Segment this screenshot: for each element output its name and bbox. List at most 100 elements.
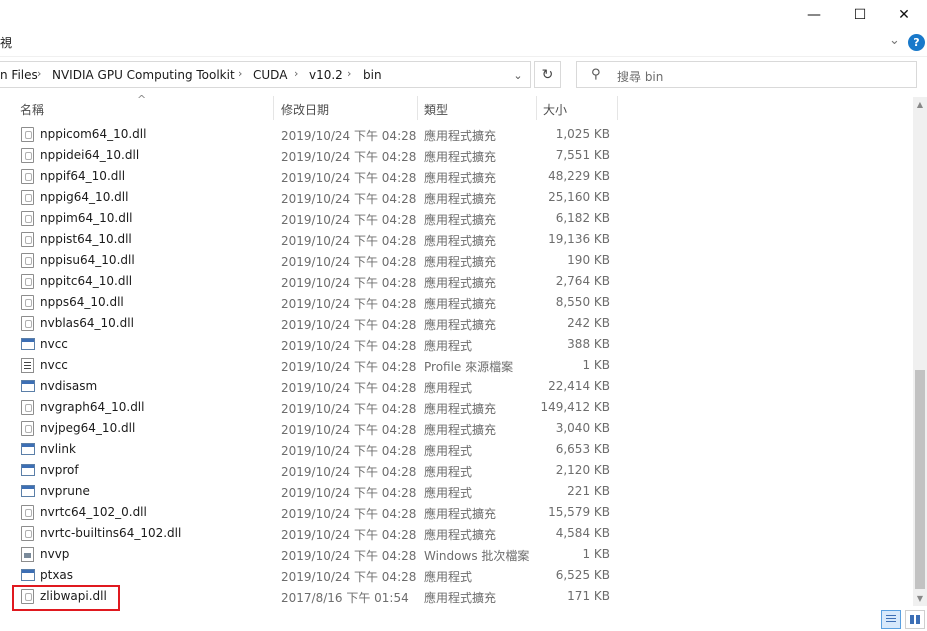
file-type: 應用程式擴充 <box>424 171 497 185</box>
file-row[interactable]: nvjpeg64_10.dll 2019/10/24 下午 04:28 應用程式擴充… <box>0 418 913 439</box>
file-row[interactable]: ptxas 2019/10/24 下午 04:28 應用程式 6,525 KB <box>0 565 913 586</box>
file-size: 190 KB <box>567 253 610 267</box>
file-name: nvlink <box>40 442 76 456</box>
file-row[interactable]: nvgraph64_10.dll 2019/10/24 下午 04:28 應用程式擴… <box>0 397 913 418</box>
file-row[interactable]: nppitc64_10.dll 2019/10/24 下午 04:28 應用程式擴充… <box>0 271 913 292</box>
search-box[interactable]: ⚲ 搜尋 bin <box>576 61 917 88</box>
file-row[interactable]: nppist64_10.dll 2019/10/24 下午 04:28 應用程式擴充… <box>0 229 913 250</box>
text-file-icon <box>21 358 34 373</box>
file-size: 2,120 KB <box>555 463 610 477</box>
file-row[interactable]: nppicom64_10.dll 2019/10/24 下午 04:28 應用程式擴… <box>0 124 913 145</box>
exe-icon <box>21 443 35 455</box>
vertical-scrollbar[interactable]: ▲ ▼ <box>913 97 927 606</box>
file-type: 應用程式 <box>424 339 473 353</box>
column-header-row: ^ 名稱 修改日期 類型 大小 <box>0 93 913 122</box>
maximize-button[interactable]: ☐ <box>837 0 883 30</box>
breadcrumb-bin[interactable]: bin <box>363 68 382 82</box>
ribbon-tab-view[interactable]: 視 <box>0 34 12 51</box>
file-type: 應用程式擴充 <box>424 255 497 269</box>
file-type: 應用程式擴充 <box>424 213 497 227</box>
file-name: nppitc64_10.dll <box>40 274 133 288</box>
column-divider[interactable] <box>536 96 537 120</box>
file-type: 應用程式擴充 <box>424 297 497 311</box>
file-row[interactable]: nvcc 2019/10/24 下午 04:28 Profile 來源檔案 1 KB <box>0 355 913 376</box>
file-list: nppicom64_10.dll 2019/10/24 下午 04:28 應用程式擴… <box>0 124 913 607</box>
file-name: nvjpeg64_10.dll <box>40 421 136 435</box>
column-header-name[interactable]: 名稱 <box>20 101 44 118</box>
breadcrumb-version[interactable]: v10.2 <box>309 68 343 82</box>
close-button[interactable]: ✕ <box>881 0 927 30</box>
file-row[interactable]: nvvp 2019/10/24 下午 04:28 Windows 批次檔案 1 KB <box>0 544 913 565</box>
column-header-type[interactable]: 類型 <box>424 101 448 118</box>
search-input[interactable]: 搜尋 bin <box>617 68 663 85</box>
file-row[interactable]: nppisu64_10.dll 2019/10/24 下午 04:28 應用程式擴充… <box>0 250 913 271</box>
file-size: 149,412 KB <box>540 400 610 414</box>
minimize-button[interactable]: — <box>791 0 837 30</box>
ribbon-expand-chevron-icon[interactable]: ⌄ <box>889 33 900 48</box>
file-row[interactable]: nvprune 2019/10/24 下午 04:28 應用程式 221 KB <box>0 481 913 502</box>
dll-icon <box>21 400 34 415</box>
file-size: 3,040 KB <box>555 421 610 435</box>
file-modified-date: 2019/10/24 下午 04:28 <box>281 360 417 374</box>
file-name: nvrtc-builtins64_102.dll <box>40 526 182 540</box>
address-history-dropdown-icon[interactable]: ⌄ <box>507 67 529 83</box>
file-row[interactable]: nvrtc64_102_0.dll 2019/10/24 下午 04:28 應用程式… <box>0 502 913 523</box>
file-size: 1,025 KB <box>555 127 610 141</box>
file-modified-date: 2019/10/24 下午 04:28 <box>281 507 417 521</box>
file-row[interactable]: nvblas64_10.dll 2019/10/24 下午 04:28 應用程式擴充… <box>0 313 913 334</box>
dll-icon <box>21 274 34 289</box>
breadcrumb-separator-icon[interactable]: › <box>37 67 41 80</box>
refresh-icon: ↻ <box>541 66 554 83</box>
file-modified-date: 2017/8/16 下午 01:54 <box>281 591 409 605</box>
breadcrumb-program-files[interactable]: n Files <box>0 68 38 82</box>
file-row[interactable]: nvprof 2019/10/24 下午 04:28 應用程式 2,120 KB <box>0 460 913 481</box>
file-type: Profile 來源檔案 <box>424 360 514 374</box>
file-row[interactable]: nvlink 2019/10/24 下午 04:28 應用程式 6,653 KB <box>0 439 913 460</box>
file-row[interactable]: zlibwapi.dll 2017/8/16 下午 01:54 應用程式擴充 171 … <box>0 586 913 607</box>
file-size: 4,584 KB <box>555 526 610 540</box>
file-row[interactable]: nvdisasm 2019/10/24 下午 04:28 應用程式 22,414 KB <box>0 376 913 397</box>
file-size: 6,525 KB <box>555 568 610 582</box>
breadcrumb-separator-icon[interactable]: › <box>238 67 242 80</box>
dll-icon <box>21 148 34 163</box>
file-name: nvcc <box>40 358 68 372</box>
file-size: 1 KB <box>582 358 610 372</box>
file-name: nppisu64_10.dll <box>40 253 135 267</box>
file-row[interactable]: nvcc 2019/10/24 下午 04:28 應用程式 388 KB <box>0 334 913 355</box>
file-modified-date: 2019/10/24 下午 04:28 <box>281 381 417 395</box>
file-row[interactable]: nppif64_10.dll 2019/10/24 下午 04:28 應用程式擴充 4… <box>0 166 913 187</box>
breadcrumb-cuda[interactable]: CUDA <box>253 68 287 82</box>
scroll-up-icon[interactable]: ▲ <box>913 97 927 112</box>
file-modified-date: 2019/10/24 下午 04:28 <box>281 402 417 416</box>
help-icon[interactable]: ? <box>908 34 925 51</box>
column-header-date[interactable]: 修改日期 <box>281 101 329 118</box>
file-name: nppif64_10.dll <box>40 169 126 183</box>
scrollbar-thumb[interactable] <box>915 370 925 589</box>
breadcrumb-nvidia-toolkit[interactable]: NVIDIA GPU Computing Toolkit <box>52 68 235 82</box>
details-view-button[interactable] <box>881 610 901 629</box>
file-size: 48,229 KB <box>548 169 610 183</box>
column-divider[interactable] <box>617 96 618 120</box>
large-icons-view-button[interactable] <box>905 610 925 629</box>
file-modified-date: 2019/10/24 下午 04:28 <box>281 297 417 311</box>
breadcrumb-separator-icon[interactable]: › <box>347 67 351 80</box>
file-modified-date: 2019/10/24 下午 04:28 <box>281 444 417 458</box>
scroll-down-icon[interactable]: ▼ <box>913 591 927 606</box>
file-row[interactable]: npps64_10.dll 2019/10/24 下午 04:28 應用程式擴充 8,… <box>0 292 913 313</box>
refresh-button[interactable]: ↻ <box>534 61 561 88</box>
file-row[interactable]: nppim64_10.dll 2019/10/24 下午 04:28 應用程式擴充 6… <box>0 208 913 229</box>
column-header-size[interactable]: 大小 <box>543 101 567 118</box>
address-bar[interactable]: n Files › NVIDIA GPU Computing Toolkit ›… <box>0 61 531 88</box>
file-type: 應用程式擴充 <box>424 234 497 248</box>
file-row[interactable]: nppidei64_10.dll 2019/10/24 下午 04:28 應用程式擴… <box>0 145 913 166</box>
dll-icon <box>21 421 34 436</box>
column-divider[interactable] <box>273 96 274 120</box>
file-row[interactable]: nppig64_10.dll 2019/10/24 下午 04:28 應用程式擴充 2… <box>0 187 913 208</box>
breadcrumb-separator-icon[interactable]: › <box>294 67 298 80</box>
file-row[interactable]: nvrtc-builtins64_102.dll 2019/10/24 下午 04… <box>0 523 913 544</box>
file-modified-date: 2019/10/24 下午 04:28 <box>281 276 417 290</box>
column-divider[interactable] <box>417 96 418 120</box>
file-name: npps64_10.dll <box>40 295 124 309</box>
file-type: 應用程式 <box>424 570 473 584</box>
file-type: 應用程式 <box>424 465 473 479</box>
